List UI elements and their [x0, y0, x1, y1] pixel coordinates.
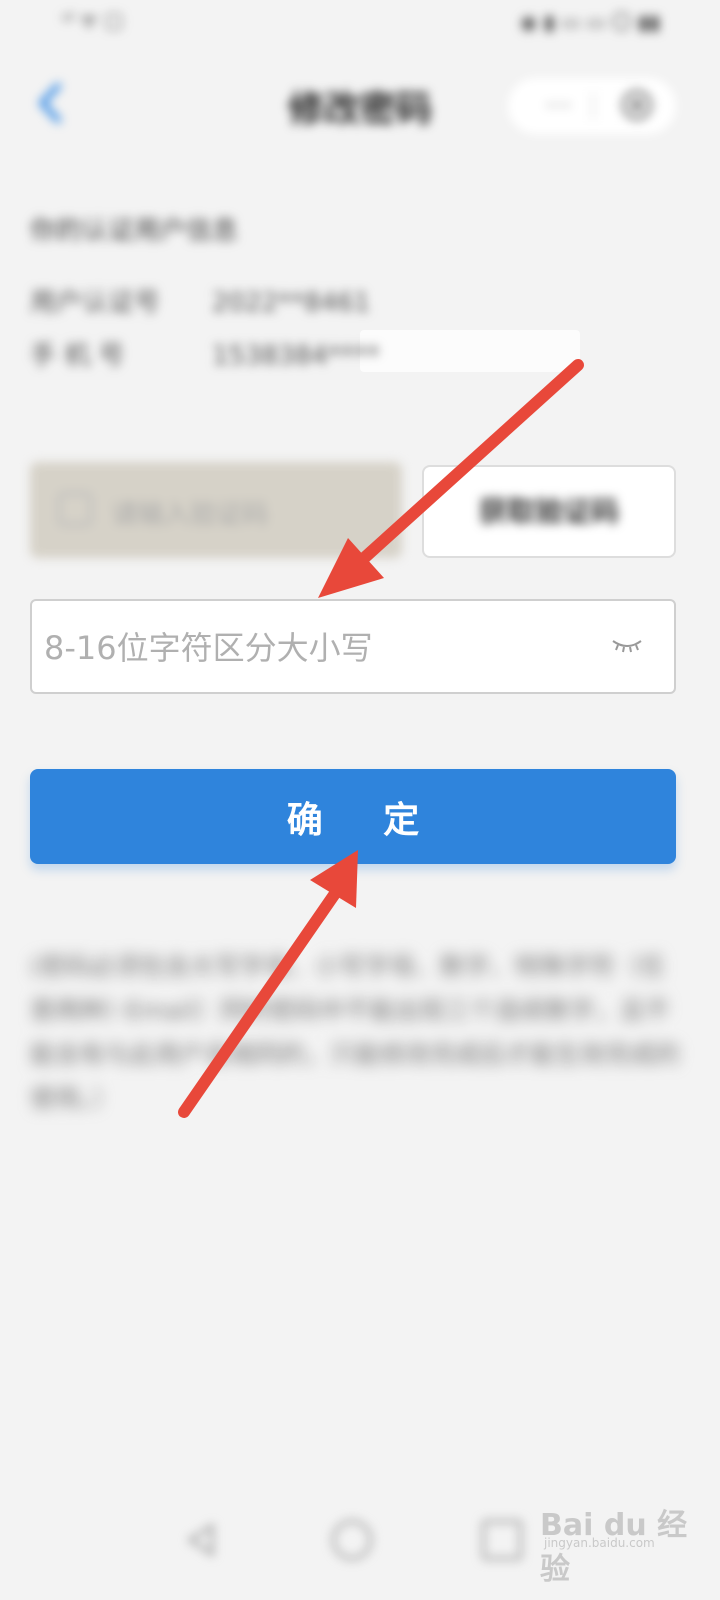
- nav-back-icon[interactable]: [182, 1520, 222, 1560]
- user-id-label: 用户认证号: [30, 288, 161, 318]
- verification-code-field[interactable]: 请输入验证码: [30, 462, 402, 558]
- header-bar: 修改密码 ···: [0, 58, 720, 150]
- nav-home-icon[interactable]: [332, 1520, 372, 1560]
- get-code-button[interactable]: 获取验证码: [422, 465, 676, 558]
- info-heading: 你的认证用户信息: [30, 216, 239, 246]
- phone-highlight: [360, 330, 580, 372]
- user-id-row: 用户认证号 2022**8461: [30, 282, 370, 319]
- watermark-url: jingyan.baidu.com: [544, 1536, 655, 1550]
- baidu-watermark: Bai du 经验 jingyan.baidu.com: [540, 1496, 710, 1587]
- capsule-divider: [592, 92, 594, 120]
- password-field[interactable]: [30, 599, 676, 694]
- eye-closed-icon[interactable]: [610, 637, 644, 655]
- shield-icon: [58, 492, 92, 526]
- user-id-value: 2022**8461: [212, 288, 371, 318]
- get-code-label: 获取验证码: [478, 495, 619, 528]
- password-input[interactable]: [42, 613, 606, 683]
- password-rules-text: (密码必须包含大写字母、小写字母、数字、特殊字符（任意两种）·Email）同时密…: [30, 952, 681, 1113]
- nav-recent-icon[interactable]: [482, 1520, 522, 1560]
- target-close-icon[interactable]: [622, 90, 652, 120]
- mini-program-capsule: ···: [508, 78, 676, 134]
- battery-indicators: ◉ ▮ ▭ ▭ 〇 ▮▮: [519, 10, 660, 34]
- status-bar: ᵘˡ ᯤ ▢ ◉ ▮ ▭ ▭ 〇 ▮▮: [0, 0, 720, 50]
- verification-code-placeholder: 请输入验证码: [112, 500, 269, 530]
- more-icon[interactable]: ···: [546, 94, 573, 119]
- signal-indicators: ᵘˡ ᯤ ▢: [62, 8, 124, 32]
- phone-row: 手 机 号 1538384****: [30, 335, 380, 372]
- phone-value: 1538384****: [212, 341, 380, 371]
- phone-label: 手 机 号: [30, 341, 125, 371]
- confirm-button[interactable]: 确 定: [30, 769, 676, 864]
